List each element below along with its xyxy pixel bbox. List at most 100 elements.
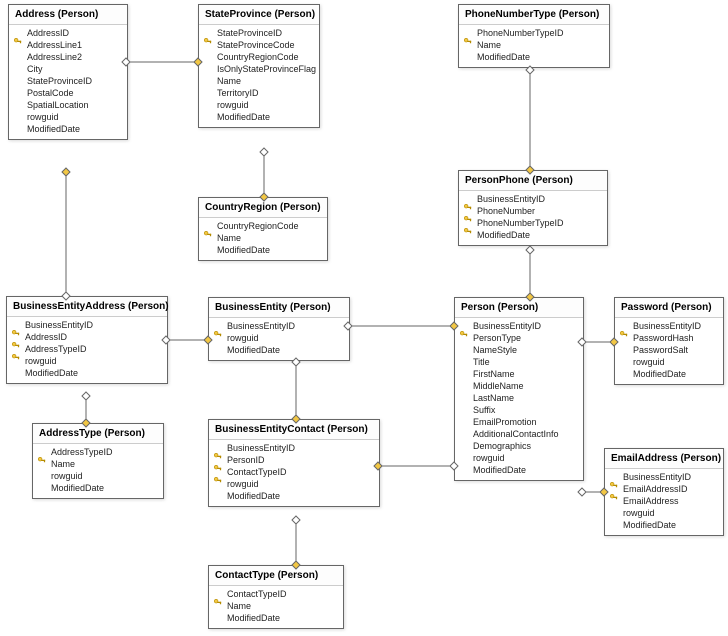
table-row[interactable]: PhoneNumberTypeID	[459, 217, 607, 229]
table-row[interactable]: ModifiedDate	[33, 482, 163, 494]
table-row[interactable]: ModifiedDate	[209, 612, 343, 624]
table-row[interactable]: MiddleName	[455, 380, 583, 392]
table-row[interactable]: BusinessEntityID	[209, 320, 349, 332]
table-row[interactable]: SpatialLocation	[9, 99, 127, 111]
table-row[interactable]: BusinessEntityID	[7, 319, 167, 331]
table-row[interactable]: AddressLine1	[9, 39, 127, 51]
table-row[interactable]: Name	[33, 458, 163, 470]
table-row[interactable]: CountryRegionCode	[199, 51, 319, 63]
field-label: ModifiedDate	[227, 345, 280, 355]
primary-key-icon	[203, 28, 213, 38]
entity-address_type[interactable]: AddressType (Person)AddressTypeIDNamerow…	[32, 423, 164, 499]
table-row[interactable]: IsOnlyStateProvinceFlag	[199, 63, 319, 75]
entity-title: Person (Person)	[455, 298, 583, 318]
table-row[interactable]: ContactTypeID	[209, 588, 343, 600]
table-row[interactable]: City	[9, 63, 127, 75]
table-row[interactable]: BusinessEntityID	[605, 471, 723, 483]
table-row[interactable]: TerritoryID	[199, 87, 319, 99]
table-row[interactable]: NameStyle	[455, 344, 583, 356]
field-label: PhoneNumber	[477, 206, 535, 216]
table-row[interactable]: CountryRegionCode	[199, 220, 327, 232]
entity-person[interactable]: Person (Person) BusinessEntityIDPersonTyp…	[454, 297, 584, 481]
entity-contact_type[interactable]: ContactType (Person)ContactTypeIDNameMod…	[208, 565, 344, 629]
table-row[interactable]: ModifiedDate	[605, 519, 723, 531]
table-row[interactable]: BusinessEntityID	[459, 193, 607, 205]
entity-password[interactable]: Password (Person)BusinessEntityIDPasswor…	[614, 297, 724, 385]
table-row[interactable]: StateProvinceID	[9, 75, 127, 87]
table-row[interactable]: rowguid	[9, 111, 127, 123]
table-row[interactable]: BusinessEntityID	[209, 442, 379, 454]
table-row[interactable]: FirstName	[455, 368, 583, 380]
entity-email_address[interactable]: EmailAddress (Person)BusinessEntityIDEma…	[604, 448, 724, 536]
field-label: Name	[227, 601, 251, 611]
entity-state_province[interactable]: StateProvince (Person)StateProvinceIDSta…	[198, 4, 320, 128]
table-row[interactable]: rowguid	[605, 507, 723, 519]
entity-person_phone[interactable]: PersonPhone (Person)BusinessEntityIDPhon…	[458, 170, 608, 246]
table-row[interactable]: StateProvinceID	[199, 27, 319, 39]
table-row[interactable]: PhoneNumber	[459, 205, 607, 217]
table-row[interactable]: Name	[459, 39, 609, 51]
table-row[interactable]: rowguid	[455, 452, 583, 464]
primary-key-icon	[11, 344, 21, 354]
table-row[interactable]: PersonID	[209, 454, 379, 466]
table-row[interactable]: ContactTypeID	[209, 466, 379, 478]
table-row[interactable]: PersonType	[455, 332, 583, 344]
table-row[interactable]: EmailPromotion	[455, 416, 583, 428]
entity-business_entity_contact[interactable]: BusinessEntityContact (Person)BusinessEn…	[208, 419, 380, 507]
entity-country_region[interactable]: CountryRegion (Person)CountryRegionCodeN…	[198, 197, 328, 261]
table-row[interactable]: ModifiedDate	[7, 367, 167, 379]
table-row[interactable]: AddressID	[9, 27, 127, 39]
table-row[interactable]: ModifiedDate	[209, 344, 349, 356]
table-row[interactable]: rowguid	[33, 470, 163, 482]
table-row[interactable]: BusinessEntityID	[455, 320, 583, 332]
entity-phone_number_type[interactable]: PhoneNumberType (Person)PhoneNumberTypeI…	[458, 4, 610, 68]
entity-title: Address (Person)	[9, 5, 127, 25]
table-row[interactable]: ModifiedDate	[199, 111, 319, 123]
table-row[interactable]: EmailAddressID	[605, 483, 723, 495]
table-row[interactable]: AddressTypeID	[7, 343, 167, 355]
entity-business_entity_address[interactable]: BusinessEntityAddress (Person)BusinessEn…	[6, 296, 168, 384]
field-icon	[11, 356, 21, 366]
field-icon	[619, 345, 629, 355]
table-row[interactable]: PhoneNumberTypeID	[459, 27, 609, 39]
table-row[interactable]: rowguid	[209, 478, 379, 490]
table-row[interactable]: rowguid	[199, 99, 319, 111]
table-row[interactable]: ModifiedDate	[9, 123, 127, 135]
field-icon	[37, 471, 47, 481]
table-row[interactable]: AddressLine2	[9, 51, 127, 63]
table-row[interactable]: Title	[455, 356, 583, 368]
table-row[interactable]: AdditionalContactInfo	[455, 428, 583, 440]
table-row[interactable]: PasswordHash	[615, 332, 723, 344]
table-row[interactable]: ModifiedDate	[199, 244, 327, 256]
table-row[interactable]: LastName	[455, 392, 583, 404]
field-label: rowguid	[25, 356, 57, 366]
field-list: ContactTypeIDNameModifiedDate	[209, 586, 343, 628]
table-row[interactable]: rowguid	[615, 356, 723, 368]
primary-key-icon	[213, 467, 223, 477]
table-row[interactable]: ModifiedDate	[209, 490, 379, 502]
table-row[interactable]: StateProvinceCode	[199, 39, 319, 51]
table-row[interactable]: Name	[199, 75, 319, 87]
table-row[interactable]: AddressTypeID	[33, 446, 163, 458]
table-row[interactable]: PostalCode	[9, 87, 127, 99]
table-row[interactable]: ModifiedDate	[459, 229, 607, 241]
field-icon	[213, 333, 223, 343]
table-row[interactable]: Name	[209, 600, 343, 612]
entity-business_entity[interactable]: BusinessEntity (Person)BusinessEntityIDr…	[208, 297, 350, 361]
table-row[interactable]: PasswordSalt	[615, 344, 723, 356]
table-row[interactable]: Name	[199, 232, 327, 244]
table-row[interactable]: AddressID	[7, 331, 167, 343]
table-row[interactable]: Demographics	[455, 440, 583, 452]
table-row[interactable]: rowguid	[7, 355, 167, 367]
table-row[interactable]: ModifiedDate	[455, 464, 583, 476]
table-row[interactable]: EmailAddress	[605, 495, 723, 507]
table-row[interactable]: ModifiedDate	[615, 368, 723, 380]
field-label: ModifiedDate	[473, 465, 526, 475]
relationship-endpoint-icon	[260, 148, 268, 156]
table-row[interactable]: Suffix	[455, 404, 583, 416]
entity-address[interactable]: Address (Person) AddressIDAddressLine1Add…	[8, 4, 128, 140]
primary-key-icon	[213, 589, 223, 599]
table-row[interactable]: BusinessEntityID	[615, 320, 723, 332]
table-row[interactable]: rowguid	[209, 332, 349, 344]
table-row[interactable]: ModifiedDate	[459, 51, 609, 63]
